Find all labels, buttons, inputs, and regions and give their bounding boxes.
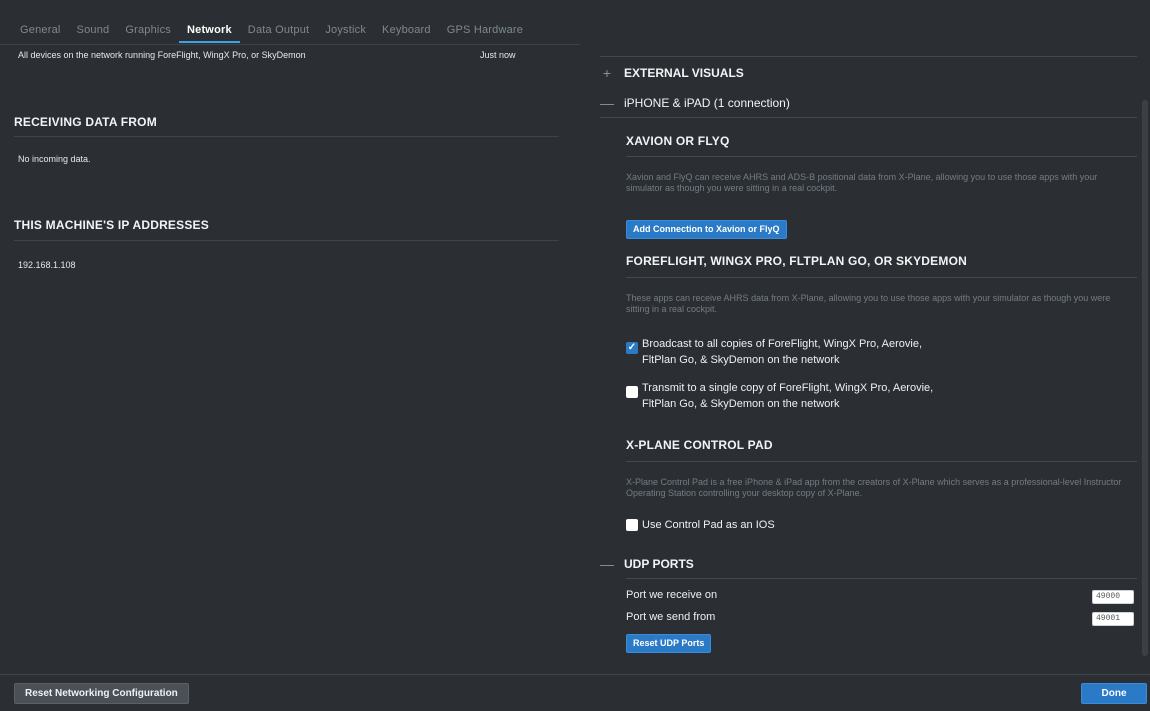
transmit-option[interactable]: Transmit to a single copy of ForeFlight,… (626, 380, 933, 412)
devices-row-label: All devices on the network running ForeF… (18, 50, 306, 60)
iphone-ipad-title: iPHONE & iPAD (1 connection) (624, 96, 790, 110)
foreflight-title: FOREFLIGHT, WINGX PRO, FLTPLAN GO, OR SK… (626, 254, 967, 268)
send-port-input[interactable]: 49001 (1092, 612, 1134, 626)
ip-addresses-title: THIS MACHINE'S IP ADDRESSES (14, 218, 209, 232)
broadcast-label-line2: FltPlan Go, & SkyDemon on the network (642, 354, 840, 366)
xavion-title: XAVION OR FLYQ (626, 134, 730, 148)
iphone-ipad-header[interactable]: — iPHONE & iPAD (1 connection) (600, 95, 790, 111)
control-pad-title: X-PLANE CONTROL PAD (626, 438, 773, 452)
divider (626, 156, 1137, 157)
control-pad-checkbox[interactable] (626, 519, 638, 531)
divider (626, 277, 1137, 278)
receive-port-input[interactable]: 49000 (1092, 590, 1134, 604)
transmit-label: Transmit to a single copy of ForeFlight,… (642, 380, 933, 412)
transmit-checkbox[interactable] (626, 386, 638, 398)
tabs: General Sound Graphics Network Data Outp… (12, 20, 531, 43)
tab-general[interactable]: General (12, 20, 69, 43)
done-button[interactable]: Done (1081, 683, 1147, 704)
receive-port-label: Port we receive on (626, 589, 718, 601)
external-visuals-header[interactable]: + EXTERNAL VISUALS (600, 65, 744, 81)
tab-sound[interactable]: Sound (69, 20, 118, 43)
udp-ports-header[interactable]: — UDP PORTS (600, 556, 694, 572)
scrollbar[interactable] (1142, 100, 1148, 656)
footer-divider (0, 674, 1150, 675)
collapse-icon: — (600, 95, 614, 111)
checkmark-icon: ✓ (627, 342, 637, 353)
expand-icon: + (602, 65, 612, 81)
divider (600, 117, 1137, 118)
control-pad-label: Use Control Pad as an IOS (642, 519, 775, 531)
right-pane: + EXTERNAL VISUALS — iPHONE & iPAD (1 co… (590, 44, 1150, 674)
tab-joystick[interactable]: Joystick (317, 20, 374, 43)
receiving-data-title: RECEIVING DATA FROM (14, 115, 157, 129)
transmit-label-line1: Transmit to a single copy of ForeFlight,… (642, 382, 934, 394)
udp-ports-title: UDP PORTS (624, 557, 694, 571)
broadcast-checkbox[interactable]: ✓ (626, 342, 638, 354)
control-pad-description: X-Plane Control Pad is a free iPhone & i… (626, 477, 1122, 498)
broadcast-label: Broadcast to all copies of ForeFlight, W… (642, 336, 922, 368)
foreflight-description: These apps can receive AHRS data from X-… (626, 293, 1111, 314)
divider (626, 461, 1137, 462)
control-pad-option[interactable]: Use Control Pad as an IOS (626, 517, 775, 533)
xavion-description: Xavion and FlyQ can receive AHRS and ADS… (626, 172, 1098, 193)
divider (14, 136, 559, 137)
tab-data-output[interactable]: Data Output (240, 20, 318, 43)
divider (14, 240, 559, 241)
transmit-label-line2: FltPlan Go, & SkyDemon on the network (642, 398, 840, 410)
reset-networking-button[interactable]: Reset Networking Configuration (14, 683, 189, 704)
add-xavion-connection-button[interactable]: Add Connection to Xavion or FlyQ (626, 220, 787, 239)
reset-udp-ports-button[interactable]: Reset UDP Ports (626, 634, 712, 653)
receiving-data-text: No incoming data. (18, 154, 91, 164)
broadcast-option[interactable]: ✓ Broadcast to all copies of ForeFlight,… (626, 336, 922, 368)
left-pane: All devices on the network running ForeF… (0, 44, 580, 674)
ip-address-value: 192.168.1.108 (18, 260, 76, 270)
tab-network[interactable]: Network (178, 20, 240, 43)
tab-gps-hardware[interactable]: GPS Hardware (439, 20, 531, 43)
tab-bar: General Sound Graphics Network Data Outp… (0, 0, 1150, 44)
send-port-label: Port we send from (626, 611, 716, 623)
broadcast-label-line1: Broadcast to all copies of ForeFlight, W… (642, 338, 923, 350)
devices-row-time: Just now (480, 50, 516, 60)
tab-graphics[interactable]: Graphics (117, 20, 179, 43)
collapse-icon: — (600, 556, 614, 572)
tab-keyboard[interactable]: Keyboard (374, 20, 439, 43)
divider (626, 578, 1137, 579)
divider (600, 56, 1137, 57)
external-visuals-title: EXTERNAL VISUALS (624, 66, 744, 80)
